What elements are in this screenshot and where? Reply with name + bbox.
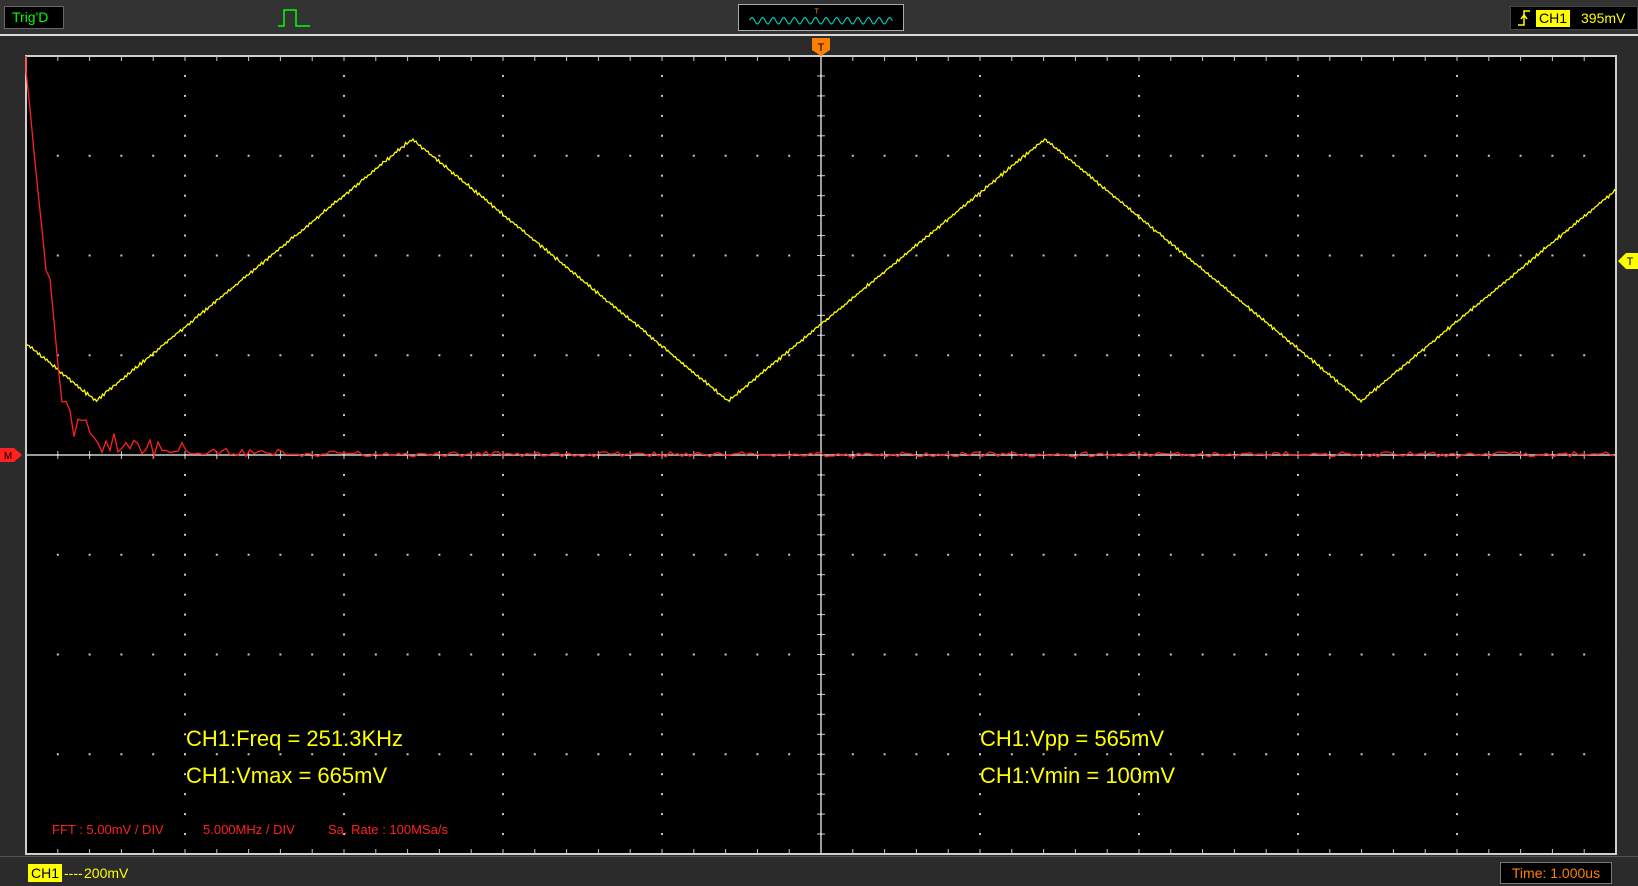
fft-sample-rate: Sa. Rate : 100MSa/s: [328, 822, 448, 837]
measurement-vpp: CH1:Vpp = 565mV: [980, 726, 1164, 752]
fft-hdiv: 5.000MHz / DIV: [203, 822, 295, 837]
ch1-volts-per-div[interactable]: 200mV: [84, 864, 128, 882]
waveform-overview[interactable]: T: [738, 4, 904, 31]
trigger-level: 395mV: [1581, 7, 1625, 29]
trigger-level-marker[interactable]: T: [1618, 253, 1638, 269]
trigger-pulse-icon: [276, 6, 312, 30]
status-bar: [0, 858, 1638, 886]
rising-edge-icon: [1517, 9, 1531, 27]
svg-text:M: M: [4, 451, 12, 462]
math-reference-marker[interactable]: M: [0, 448, 22, 462]
overview-trigger-marker: T: [815, 6, 820, 15]
trigger-position-marker[interactable]: T: [812, 38, 830, 56]
svg-text:T: T: [818, 42, 825, 54]
ch1-channel-badge[interactable]: CH1: [28, 864, 62, 882]
trigger-settings[interactable]: CH1 395mV: [1510, 6, 1638, 30]
trigger-status-indicator: Trig'D: [4, 6, 64, 29]
timebase-readout[interactable]: Time: 1.000us: [1500, 862, 1612, 884]
ch1-coupling-icon: ----: [64, 864, 83, 882]
svg-text:T: T: [1627, 256, 1634, 268]
measurement-freq: CH1:Freq = 251.3KHz: [186, 726, 403, 752]
fft-vdiv: FFT : 5.00mV / DIV: [52, 822, 164, 837]
measurement-vmin: CH1:Vmin = 100mV: [980, 763, 1175, 789]
trigger-channel-badge: CH1: [1536, 10, 1570, 27]
measurement-vmax: CH1:Vmax = 665mV: [186, 763, 387, 789]
bottom-divider: [0, 856, 1638, 857]
